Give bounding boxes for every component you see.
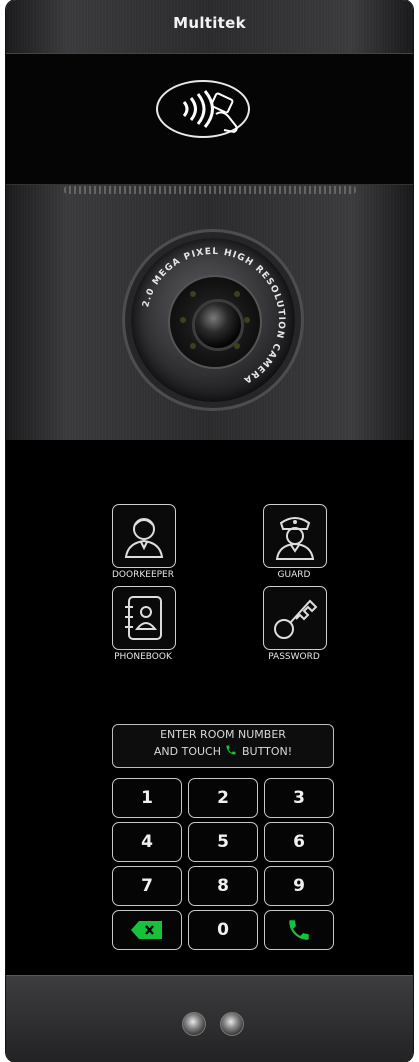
intercom-device: Multitek 2.0 MEGA PIXEL HIGH RESOLUTION … (6, 0, 413, 1062)
speaker-grille (64, 186, 356, 194)
password-label: PASSWORD (268, 652, 320, 662)
camera-lens (192, 299, 244, 351)
delete-button[interactable] (112, 910, 182, 950)
ir-led (190, 291, 196, 297)
instruction-line-2: AND TOUCH BUTTON! (113, 744, 333, 758)
phone-icon (289, 920, 309, 940)
key-2[interactable]: 2 (188, 778, 258, 818)
contactless-card-icon (182, 90, 238, 134)
key-8[interactable]: 8 (188, 866, 258, 906)
sensor-led-right (220, 1012, 244, 1036)
key-5[interactable]: 5 (188, 822, 258, 862)
ir-led (180, 317, 186, 323)
ir-led (190, 343, 196, 349)
doorkeeper-label: DOORKEEPER (112, 570, 174, 580)
key-1[interactable]: 1 (112, 778, 182, 818)
phonebook-label: PHONEBOOK (114, 652, 172, 662)
bottom-sensor-bar (6, 975, 413, 1062)
guard-button[interactable] (263, 504, 327, 568)
key-0[interactable]: 0 (188, 910, 258, 950)
instruction-prefix: AND TOUCH (153, 745, 221, 758)
instruction-suffix: BUTTON! (241, 745, 293, 758)
camera-lens-housing (168, 275, 262, 369)
key-4[interactable]: 4 (112, 822, 182, 862)
rfid-reader-area[interactable] (6, 53, 413, 185)
ir-led (234, 291, 240, 297)
phone-icon (226, 745, 236, 755)
instruction-line-1: ENTER ROOM NUMBER (160, 728, 286, 741)
key-7[interactable]: 7 (112, 866, 182, 906)
doorkeeper-icon (124, 518, 164, 558)
call-button[interactable] (264, 910, 334, 950)
ir-led (244, 317, 250, 323)
brand-logo: Multitek (173, 14, 246, 32)
doorkeeper-button[interactable] (112, 504, 176, 568)
key-icon (274, 599, 318, 639)
key-6[interactable]: 6 (264, 822, 334, 862)
instruction-box: ENTER ROOM NUMBER AND TOUCH BUTTON! (112, 724, 334, 768)
key-9[interactable]: 9 (264, 866, 334, 906)
touchscreen: DOORKEEPER GUARD PHONEBOOK PASSWORD ENTE… (92, 492, 342, 950)
phonebook-button[interactable] (112, 586, 176, 650)
touch-panel: DOORKEEPER GUARD PHONEBOOK PASSWORD ENTE… (6, 440, 413, 975)
rfid-badge (156, 80, 250, 138)
guard-icon (275, 517, 315, 560)
key-3[interactable]: 3 (264, 778, 334, 818)
guard-label: GUARD (277, 570, 311, 580)
backspace-icon (131, 921, 162, 939)
sensor-led-left (182, 1012, 206, 1036)
camera-module: 2.0 MEGA PIXEL HIGH RESOLUTION CAMERA (131, 238, 295, 402)
password-button[interactable] (263, 586, 327, 650)
phonebook-icon (125, 596, 162, 640)
